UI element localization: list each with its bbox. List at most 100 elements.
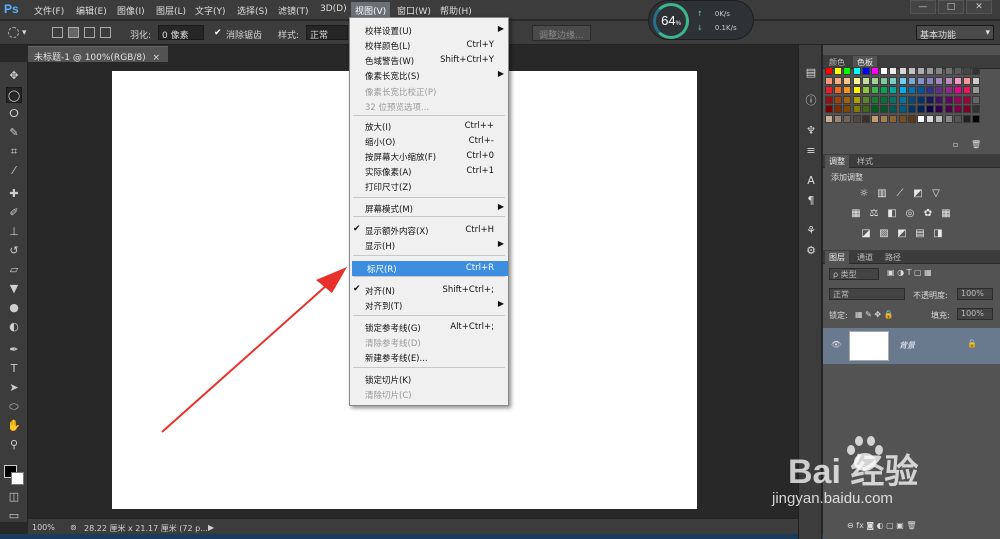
color-swatch[interactable]	[825, 105, 833, 113]
color-swatch[interactable]	[917, 105, 925, 113]
view-menu-item[interactable]: 打印尺寸(Z)	[350, 179, 508, 194]
maximize-button[interactable]: □	[938, 0, 964, 14]
blur-tool-icon[interactable]: ●	[6, 300, 22, 316]
zoom-level[interactable]: 100%	[32, 523, 55, 532]
menu-window[interactable]: 窗口(W)	[397, 4, 431, 17]
color-swatch[interactable]	[825, 95, 833, 104]
color-swatch[interactable]	[871, 95, 879, 104]
color-swatch[interactable]	[944, 86, 953, 94]
color-swatch[interactable]	[926, 114, 935, 123]
color-swatch[interactable]	[926, 105, 935, 113]
history-panel-icon[interactable]: ▤	[803, 65, 819, 81]
menu-image[interactable]: 图像(I)	[117, 4, 145, 17]
color-swatch[interactable]	[861, 76, 870, 85]
paragraph-panel-icon[interactable]: ¶	[803, 193, 819, 209]
view-menu-item[interactable]: 校样设置(U) ▶	[350, 23, 508, 38]
color-swatch[interactable]	[935, 67, 944, 75]
color-swatch[interactable]	[944, 67, 953, 75]
tab-adjustments[interactable]: 调整	[825, 155, 849, 168]
clone-stamp-tool-icon[interactable]: ⊥	[6, 224, 22, 240]
color-swatch[interactable]	[944, 114, 953, 123]
gradient-map-icon[interactable]: ▤	[913, 227, 927, 241]
color-swatch[interactable]	[852, 86, 861, 94]
color-swatch[interactable]	[963, 86, 971, 94]
color-swatch[interactable]	[843, 86, 852, 94]
color-swatch[interactable]	[935, 86, 944, 94]
lasso-tool-icon[interactable]: ⵔ	[6, 106, 22, 122]
color-swatch[interactable]	[963, 105, 971, 113]
healing-brush-tool-icon[interactable]: ✚	[6, 186, 22, 202]
color-swatch[interactable]	[907, 67, 916, 75]
hand-tool-icon[interactable]: ✋	[6, 418, 22, 434]
close-window-button[interactable]: ✕	[966, 0, 992, 14]
color-swatch[interactable]	[898, 105, 907, 113]
color-swatch[interactable]	[953, 105, 962, 113]
opacity-input[interactable]: 100%	[957, 288, 993, 300]
color-swatch[interactable]	[880, 95, 889, 104]
color-swatch[interactable]	[852, 67, 861, 75]
color-swatch[interactable]	[898, 67, 907, 75]
document-info[interactable]: 28.22 厘米 x 21.17 厘米 (72 p...	[84, 523, 208, 534]
black-white-icon[interactable]: ◧	[885, 207, 899, 221]
menu-file[interactable]: 文件(F)	[34, 4, 64, 17]
vibrance-icon[interactable]: ▽	[929, 187, 943, 201]
color-swatch[interactable]	[972, 114, 981, 123]
color-swatch[interactable]	[843, 105, 852, 113]
color-swatch[interactable]	[825, 76, 833, 85]
paint-bucket-tool-icon[interactable]: ▼	[6, 281, 22, 297]
color-swatch[interactable]	[843, 67, 852, 75]
color-swatch[interactable]	[972, 86, 981, 94]
color-swatch[interactable]	[953, 86, 962, 94]
color-swatch[interactable]	[972, 76, 981, 85]
color-swatch[interactable]	[907, 95, 916, 104]
info-panel-icon[interactable]: ⓘ	[803, 93, 819, 109]
color-swatch[interactable]	[861, 105, 870, 113]
view-menu-item[interactable]: 色域警告(W) Shift+Ctrl+Y	[350, 53, 508, 68]
color-swatch[interactable]	[880, 67, 889, 75]
color-swatch[interactable]	[926, 86, 935, 94]
invert-icon[interactable]: ◪	[859, 227, 873, 241]
color-swatch[interactable]	[944, 95, 953, 104]
color-swatch[interactable]	[953, 114, 962, 123]
blend-mode-select[interactable]: 正常	[829, 288, 905, 300]
color-swatch[interactable]	[953, 67, 962, 75]
view-menu-item[interactable]: 屏幕模式(M) ▶	[350, 201, 508, 216]
color-swatch[interactable]	[861, 114, 870, 123]
color-swatch[interactable]	[834, 95, 843, 104]
color-swatch[interactable]	[889, 86, 898, 94]
color-swatch[interactable]	[935, 95, 944, 104]
eraser-tool-icon[interactable]: ▱	[6, 262, 22, 278]
color-swatch[interactable]	[935, 76, 944, 85]
character-panel-icon[interactable]: A	[803, 173, 819, 189]
add-selection-icon[interactable]	[68, 27, 79, 38]
eyedropper-tool-icon[interactable]: ⁄	[6, 163, 22, 179]
view-menu-item[interactable]: 缩小(O) Ctrl+-	[350, 134, 508, 149]
screen-mode-icon[interactable]: ▭	[6, 508, 22, 524]
color-swatch[interactable]	[907, 86, 916, 94]
style-select[interactable]: 正常	[306, 25, 348, 41]
color-swatch[interactable]	[871, 76, 879, 85]
menu-layer[interactable]: 图层(L)	[156, 4, 186, 17]
color-swatch[interactable]	[935, 114, 944, 123]
threshold-icon[interactable]: ◩	[895, 227, 909, 241]
color-swatch[interactable]	[834, 114, 843, 123]
menu-select[interactable]: 选择(S)	[237, 4, 268, 17]
view-menu-item[interactable]: 锁定切片(K)	[350, 372, 508, 387]
marquee-preset-icon[interactable]	[8, 27, 19, 38]
channel-mixer-icon[interactable]: ✿	[921, 207, 935, 221]
view-menu-item[interactable]: 放大(I) Ctrl++	[350, 119, 508, 134]
color-swatch[interactable]	[880, 105, 889, 113]
color-swatch[interactable]	[852, 114, 861, 123]
color-swatch[interactable]	[834, 67, 843, 75]
menu-edit[interactable]: 编辑(E)	[76, 4, 107, 17]
view-menu-item[interactable]: 按屏幕大小缩放(F) Ctrl+0	[350, 149, 508, 164]
color-lookup-icon[interactable]: ▦	[939, 207, 953, 221]
color-swatch[interactable]	[880, 86, 889, 94]
color-swatch[interactable]	[880, 114, 889, 123]
dodge-tool-icon[interactable]: ◐	[6, 319, 22, 335]
status-menu-arrow-icon[interactable]: ▶	[208, 523, 214, 532]
color-swatch[interactable]	[861, 86, 870, 94]
color-swatch[interactable]	[871, 67, 879, 75]
color-swatch[interactable]	[852, 76, 861, 85]
color-swatch[interactable]	[917, 95, 925, 104]
